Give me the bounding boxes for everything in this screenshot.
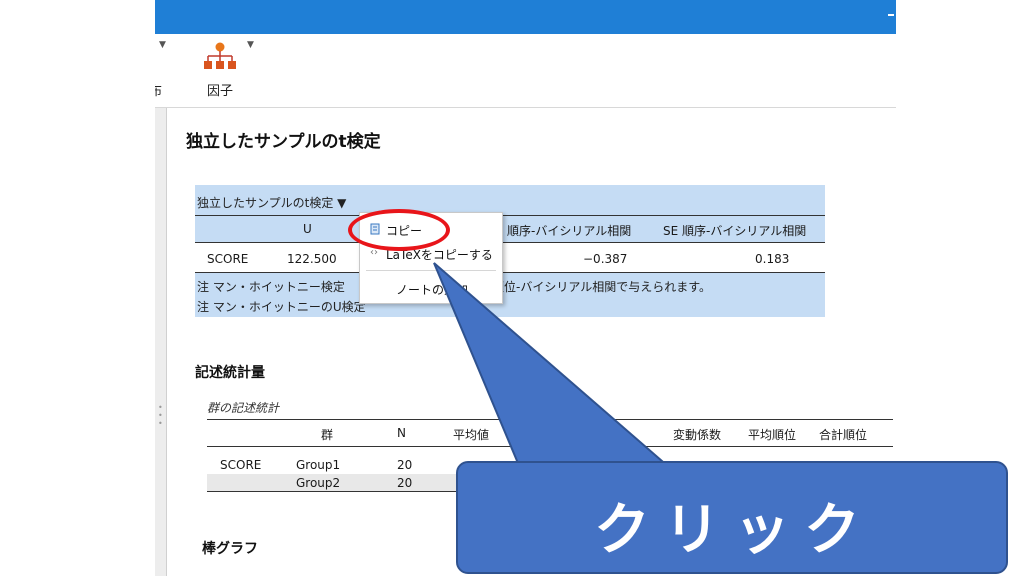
row-variable: SCORE <box>220 458 262 472</box>
window-control-icon[interactable] <box>888 14 894 16</box>
ribbon-item-factor-label[interactable]: 因子 <box>207 80 233 99</box>
column-header-sd: 標 <box>519 428 532 442</box>
column-header-n: N <box>397 426 406 440</box>
row-group: Group1 <box>296 458 341 472</box>
callout-text: クリック <box>594 498 874 563</box>
descriptives-header: 群 N 平均値 標 変動係数 平均順位 合計順位 <box>207 419 893 447</box>
menu-item-add-note[interactable]: ノートの追加 <box>360 277 502 301</box>
descriptives-title: 記述統計量 <box>195 365 265 381</box>
u-value: 122.500 <box>287 252 337 266</box>
column-header-se-rank-biserial: SE 順序-バイシリアル相関 <box>663 224 807 238</box>
column-header-mean: 平均値 <box>453 428 490 442</box>
row-group: Group2 <box>296 476 341 490</box>
table-note-2: 注 マン・ホイットニーのU検定 <box>197 300 366 314</box>
title-bar <box>155 0 896 34</box>
panel-splitter[interactable]: • • • <box>155 108 167 576</box>
ribbon-item-distribution-label[interactable]: 布 <box>155 80 162 99</box>
row-n: 20 <box>397 458 413 472</box>
table-note-1: 注 マン・ホイットニー検定 順位-バイシリアル相関で与えられます。 <box>197 278 711 295</box>
ttest-table-selected[interactable]: 独立したサンプルのt検定 ▼ U 順序-バイシリアル相関 SE 順序-バイシリア… <box>195 185 825 317</box>
column-header-rank-biserial: 順序-バイシリアル相関 <box>507 224 632 238</box>
factor-dropdown-arrow-icon[interactable]: ▼ <box>247 40 254 50</box>
column-header-cv: 変動係数 <box>673 428 722 442</box>
ttest-table-header: U 順序-バイシリアル相関 SE 順序-バイシリアル相関 <box>195 215 825 243</box>
se-rank-biserial-value: 0.183 <box>755 252 790 266</box>
descriptives-caption: 群の記述統計 <box>207 401 280 415</box>
row-label: SCORE <box>207 252 249 266</box>
column-header-u: U <box>303 222 312 236</box>
ttest-table-caption[interactable]: 独立したサンプルのt検定 ▼ <box>197 194 346 211</box>
dropdown-arrow-icon[interactable]: ▼ <box>159 40 166 50</box>
column-header-group: 群 <box>321 428 334 442</box>
analysis-ribbon: ▼ 布 ▼ 因子 <box>155 34 896 108</box>
highlight-ring <box>348 209 450 251</box>
column-header-sum-rank: 合計順位 <box>819 428 868 442</box>
row-n: 20 <box>397 476 413 490</box>
table-row: SCORE 122.500 −0.387 0.183 <box>195 243 825 273</box>
bar-chart-title: 棒グラフ <box>202 541 258 557</box>
factor-hierarchy-icon[interactable] <box>203 42 237 72</box>
table-note-1-suffix: 順位-バイシリアル相関で与えられます。 <box>492 280 712 294</box>
menu-separator <box>366 270 496 271</box>
splitter-handle-icon[interactable]: • • • <box>158 404 163 430</box>
rank-biserial-value: −0.387 <box>583 252 628 266</box>
menu-item-add-note-label: ノートの追加 <box>396 283 469 297</box>
column-header-mean-rank: 平均順位 <box>748 428 797 442</box>
table-note-1-prefix: 注 マン・ホイットニー検定 <box>197 280 345 294</box>
click-callout: クリック <box>456 461 1008 574</box>
analysis-title: 独立したサンプルのt検定 <box>186 132 381 152</box>
